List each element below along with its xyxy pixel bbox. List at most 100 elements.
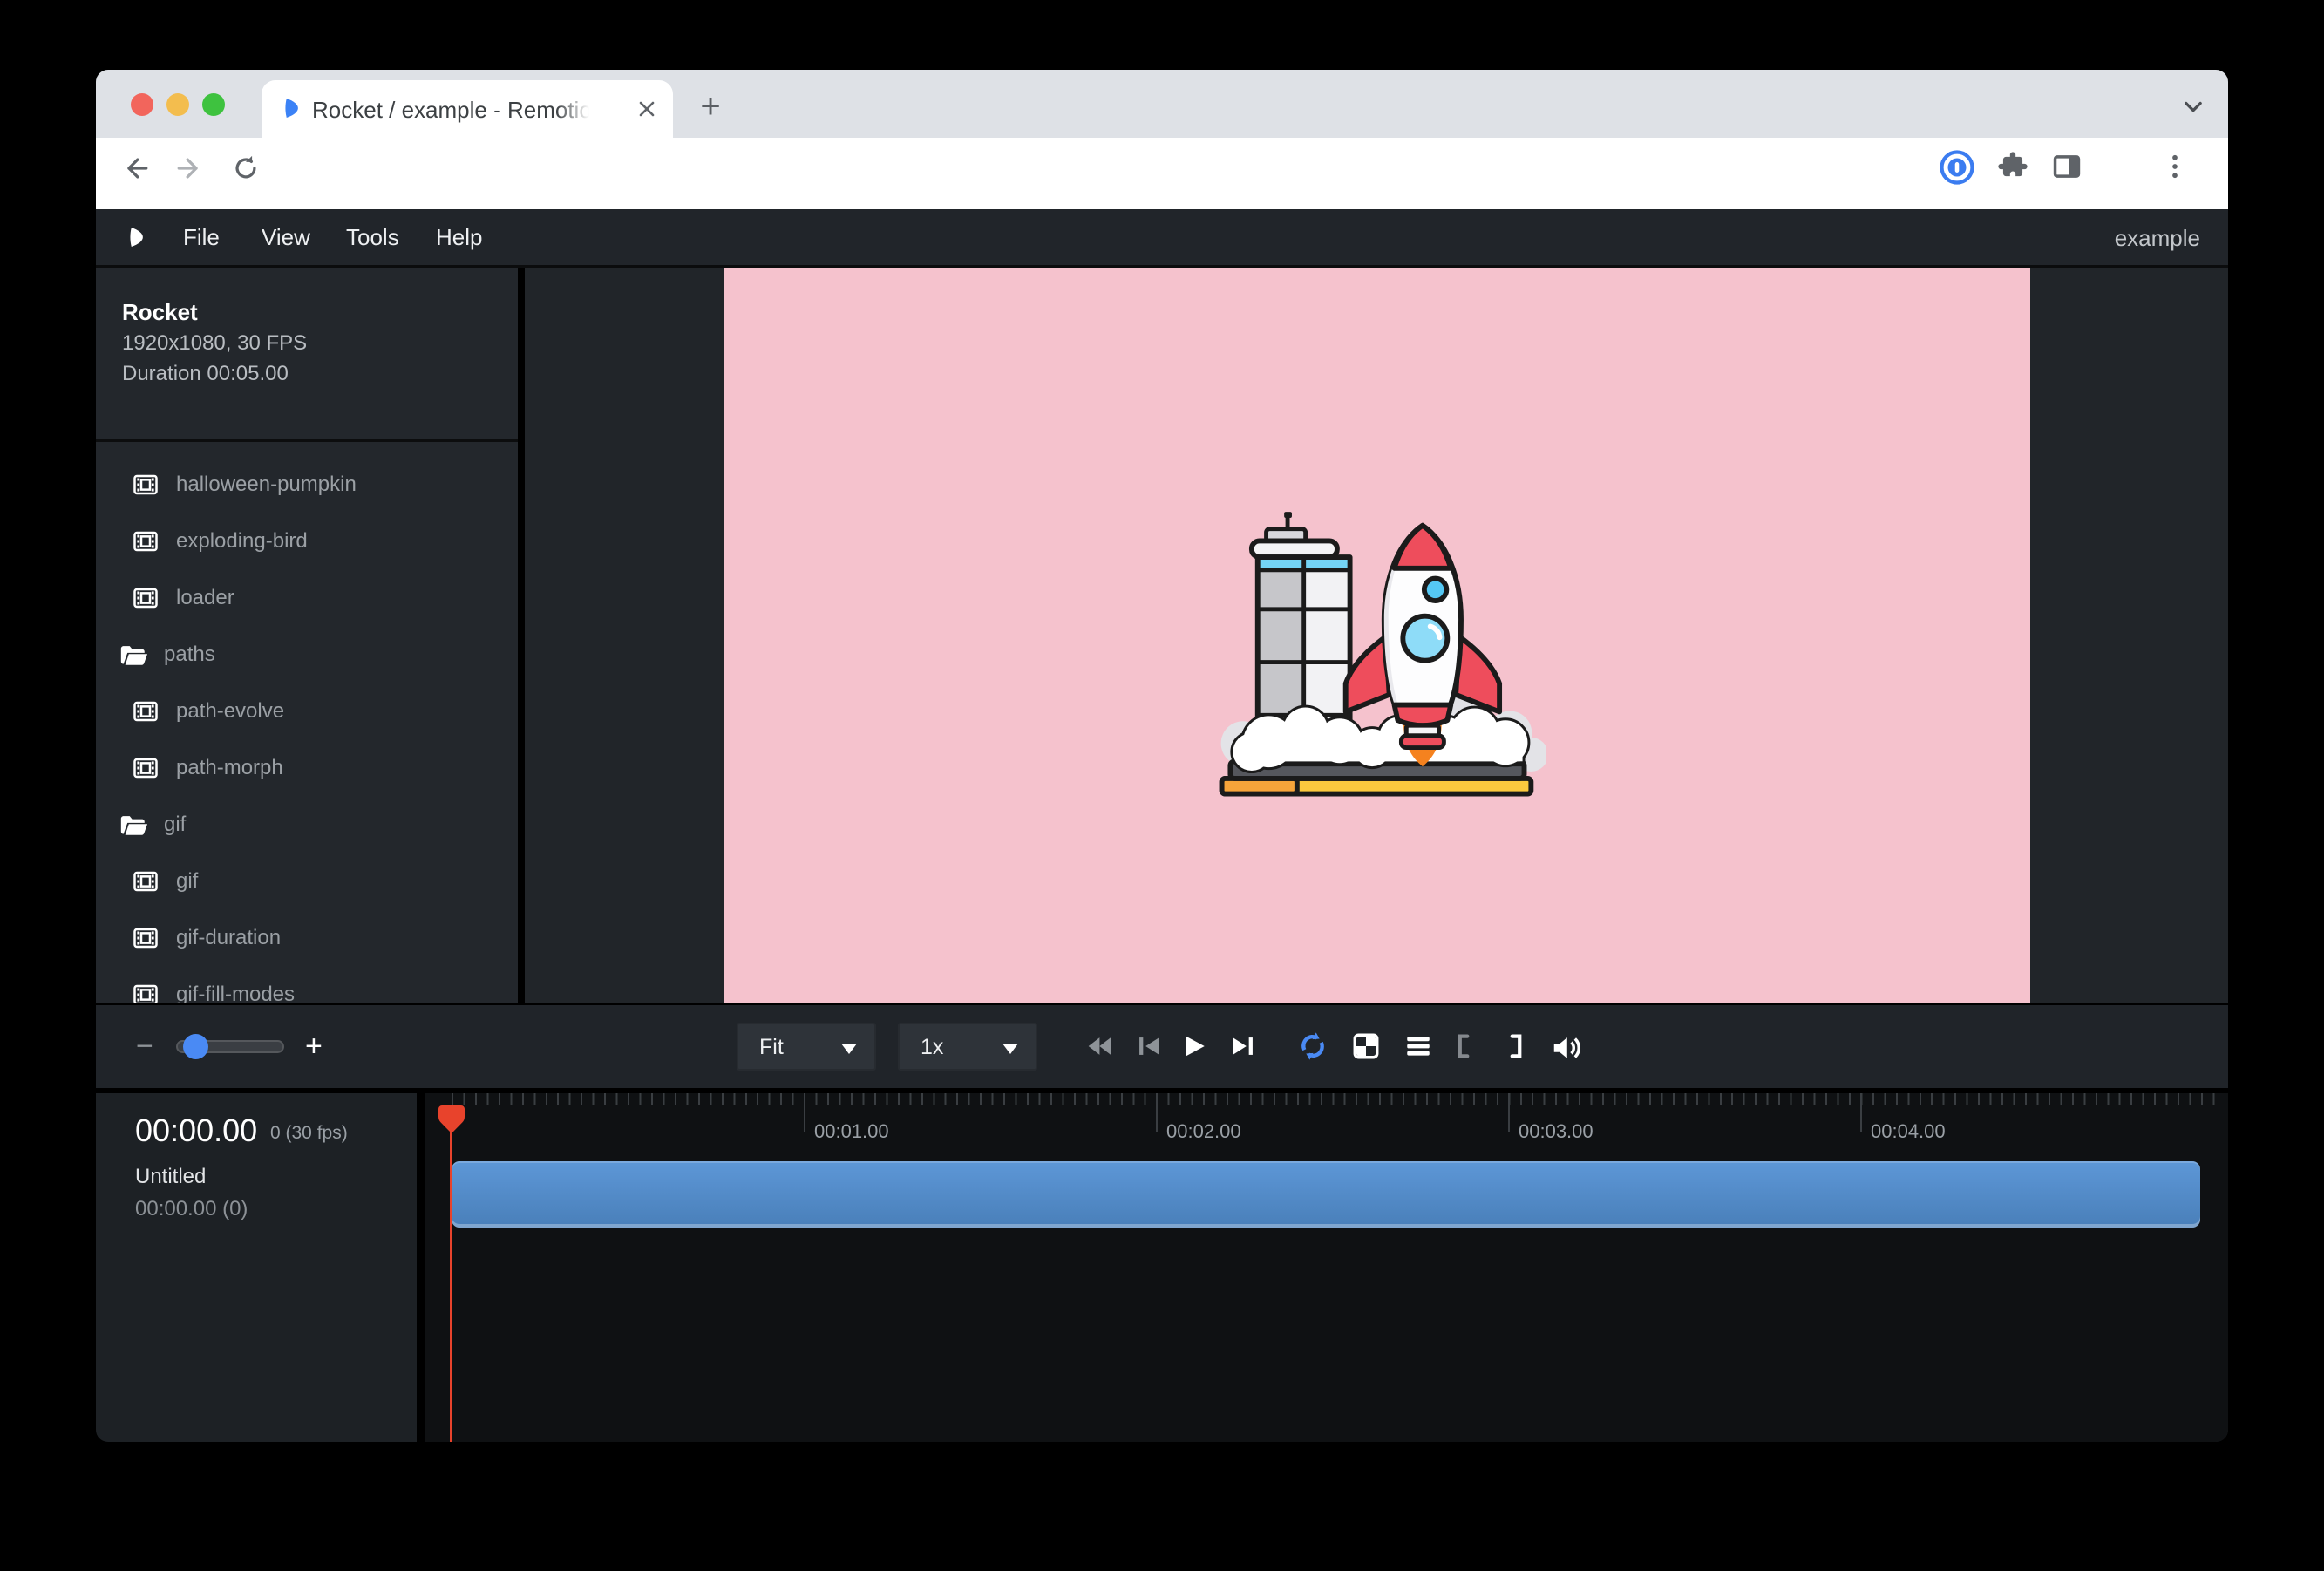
timeline-info-panel: 00:00.00 0 (30 fps) Untitled 00:00.00 (0… [96, 1093, 425, 1442]
sidebar-item-label: path-evolve [176, 699, 284, 724]
open-folder-icon [119, 810, 148, 840]
remotion-favicon-icon [279, 95, 305, 121]
rocket-launch-illustration [1205, 488, 1546, 802]
sidebar-item-label: paths [164, 643, 215, 667]
menu-tools[interactable]: Tools [346, 224, 399, 251]
timeline-rows-icon[interactable] [1403, 1031, 1433, 1061]
extensions-puzzle-icon[interactable] [1996, 150, 2029, 183]
film-icon [133, 925, 159, 951]
sidebar-folder-paths[interactable]: paths [96, 626, 518, 683]
size-select-value: Fit [759, 1035, 784, 1060]
track-time: 00:00.00 (0) [135, 1197, 248, 1221]
zoom-out-button[interactable]: − [136, 1030, 153, 1064]
sidebar-item-path-evolve[interactable]: path-evolve [96, 683, 518, 739]
composition-duration: Duration 00:05.00 [122, 362, 289, 386]
password-manager-extension-icon[interactable] [1939, 149, 1975, 186]
second-tick [804, 1093, 805, 1132]
composition-title: Rocket [122, 299, 198, 326]
in-point-bracket-icon[interactable] [1449, 1031, 1478, 1061]
browser-toolbar: http://localhost:3001/Rocket [96, 138, 2228, 209]
frame-counter: 0 (30 fps) [270, 1123, 348, 1144]
sidebar-item-label: loader [176, 586, 234, 610]
ruler-label: 00:01.00 [814, 1120, 889, 1143]
composition-canvas[interactable] [724, 268, 2030, 1003]
sidebar-item-label: gif-duration [176, 926, 281, 950]
browser-menu-kebab-icon[interactable] [2158, 150, 2191, 183]
sidebar-item-label: halloween-pumpkin [176, 473, 357, 497]
tab-close-icon[interactable] [636, 99, 657, 119]
sidebar-viewer-divider[interactable] [518, 268, 525, 1003]
preview-toolbar: − + Fit 1x [96, 1003, 2228, 1093]
film-icon [133, 528, 159, 554]
ruler-label: 00:03.00 [1519, 1120, 1594, 1143]
sidebar-item-label: gif [176, 869, 198, 894]
composition-list: halloween-pumpkin exploding-bird loader … [96, 456, 518, 1023]
new-tab-button[interactable]: + [690, 89, 730, 127]
tab-title: Rocket / example - Remotion Pr [312, 97, 589, 123]
sidebar-item-gif-duration[interactable]: gif-duration [96, 909, 518, 966]
track-name: Untitled [135, 1165, 206, 1189]
browser-window: Rocket / example - Remotion Pr + [96, 70, 2228, 1442]
ruler-label: 00:02.00 [1166, 1120, 1241, 1143]
film-icon [133, 755, 159, 781]
open-folder-icon [119, 640, 148, 670]
second-tick [1156, 1093, 1158, 1132]
close-window-button[interactable] [131, 93, 153, 116]
timeline-ruler[interactable] [452, 1093, 2216, 1105]
speed-select-dropdown[interactable]: 1x [898, 1023, 1037, 1071]
composition-resolution: 1920x1080, 30 FPS [122, 331, 307, 356]
sidebar-item-path-morph[interactable]: path-morph [96, 739, 518, 796]
forward-icon[interactable] [175, 153, 205, 183]
sidebar-item-gif[interactable]: gif [96, 853, 518, 909]
sidebar-item-label: path-morph [176, 756, 283, 780]
menu-help[interactable]: Help [436, 224, 482, 251]
tab-search-chevron-icon[interactable] [2181, 94, 2205, 119]
film-icon [133, 868, 159, 894]
next-frame-icon[interactable] [1229, 1031, 1259, 1061]
reload-icon[interactable] [231, 153, 261, 183]
film-icon [133, 698, 159, 724]
sidebar-item-halloween-pumpkin[interactable]: halloween-pumpkin [96, 456, 518, 513]
film-icon [133, 472, 159, 498]
menu-file[interactable]: File [183, 224, 220, 251]
project-name-label: example [2115, 225, 2200, 252]
timeline-track-bar[interactable] [452, 1161, 2200, 1228]
side-panel-icon[interactable] [2050, 150, 2083, 183]
volume-icon[interactable] [1550, 1031, 1583, 1064]
zoom-in-button[interactable]: + [305, 1030, 323, 1064]
compositions-sidebar: Rocket 1920x1080, 30 FPS Duration 00:05.… [96, 268, 518, 1003]
minimize-window-button[interactable] [166, 93, 189, 116]
preview-viewer [525, 268, 2228, 1003]
zoom-slider-thumb[interactable] [183, 1034, 208, 1059]
play-icon[interactable] [1179, 1031, 1208, 1061]
ruler-label: 00:04.00 [1871, 1120, 1946, 1143]
skip-to-start-icon[interactable] [1084, 1031, 1113, 1061]
out-point-bracket-icon[interactable] [1501, 1031, 1531, 1061]
chevron-down-icon [1002, 1044, 1018, 1054]
zoom-window-button[interactable] [202, 93, 225, 116]
second-tick [1860, 1093, 1862, 1132]
loop-icon[interactable] [1295, 1029, 1330, 1064]
chevron-down-icon [841, 1044, 857, 1054]
remotion-logo-icon[interactable] [124, 224, 150, 250]
back-icon[interactable] [120, 153, 150, 183]
previous-frame-icon[interactable] [1133, 1031, 1163, 1061]
second-tick [1508, 1093, 1510, 1132]
sidebar-item-loader[interactable]: loader [96, 569, 518, 626]
sidebar-divider [96, 439, 518, 442]
film-icon [133, 585, 159, 611]
playhead-line[interactable] [450, 1105, 452, 1442]
current-time-display: 00:00.00 [135, 1112, 257, 1149]
sidebar-item-label: gif [164, 813, 186, 837]
sidebar-folder-gif[interactable]: gif [96, 796, 518, 853]
transparency-checkerboard-icon[interactable] [1351, 1031, 1381, 1061]
timeline-panel: 00:00.00 0 (30 fps) Untitled 00:00.00 (0… [96, 1093, 2228, 1442]
menu-view[interactable]: View [262, 224, 310, 251]
playhead-pin-icon[interactable] [437, 1104, 466, 1137]
sidebar-item-exploding-bird[interactable]: exploding-bird [96, 513, 518, 569]
tab-strip: Rocket / example - Remotion Pr + [96, 70, 2228, 138]
size-select-dropdown[interactable]: Fit [737, 1023, 876, 1071]
sidebar-item-label: exploding-bird [176, 529, 308, 554]
browser-tab[interactable]: Rocket / example - Remotion Pr [262, 80, 673, 138]
content-area: Rocket 1920x1080, 30 FPS Duration 00:05.… [96, 268, 2228, 1003]
